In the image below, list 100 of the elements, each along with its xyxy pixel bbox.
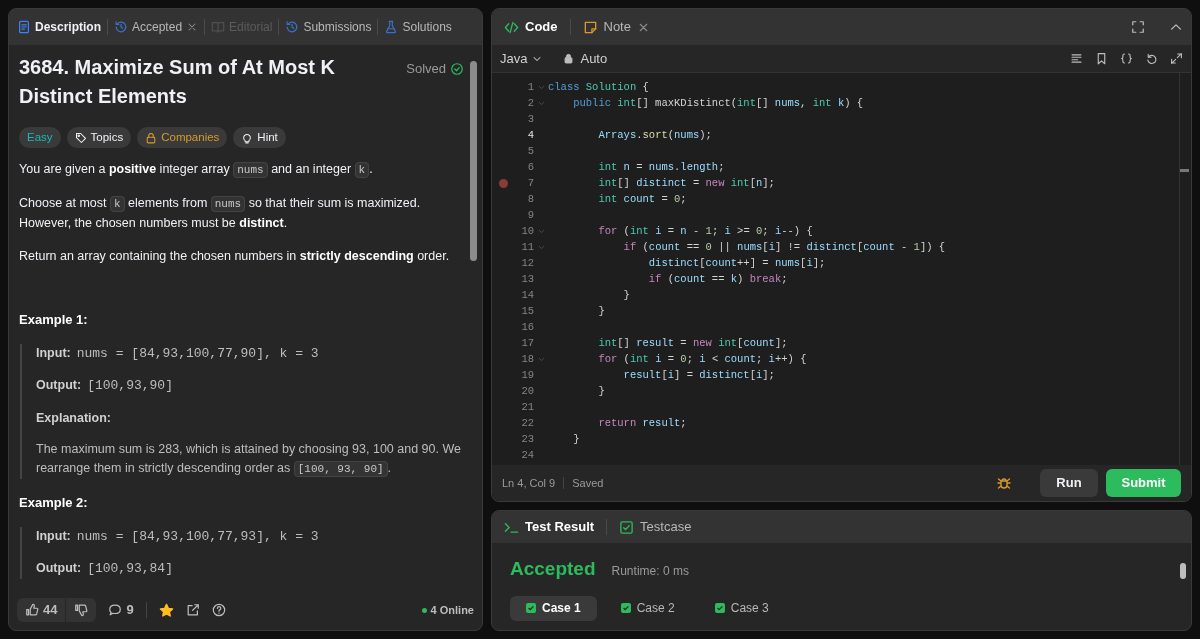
comment-icon [108,603,123,617]
tab[interactable]: Solutions [402,18,452,36]
language-dropdown[interactable]: Java [500,48,544,69]
line-number: 22 [520,416,534,431]
code-line: int[] distinct = new int[n]; [597,176,775,191]
tag-icon [74,131,87,144]
case-tab[interactable]: Case 2 [604,595,691,621]
code-line: for (int i = n - 1; i >= 0; i--) { [597,224,813,239]
line-number: 19 [520,368,534,383]
code-line: Arrays.sort(nums); [597,128,712,143]
code-line: return result; [597,416,687,431]
online-count: 4 Online [430,602,474,618]
line-number: 6 [526,160,534,175]
code-line: } [572,432,580,447]
code-line: class Solution { [548,80,649,95]
bug-icon[interactable] [996,475,1012,491]
example-value: nums = [84,93,100,77,90], k = 3 [76,344,319,363]
solved-label: Solved [406,60,446,78]
mode-selector[interactable]: Auto [563,48,608,69]
example-label: Explanation: [36,409,112,427]
runtime-label: Runtime: 0 ms [611,563,689,580]
line-number: 10 [520,224,534,239]
expand-icon[interactable] [1170,52,1183,65]
flask-icon [384,20,399,34]
thumbs-down-icon [74,603,89,617]
description-paragraph: You are given a positive integer array nums and an integer k . [19,161,374,180]
code-line: int count = 0; [597,192,687,207]
history-icon [114,20,128,34]
line-number: 4 [526,128,534,143]
code-icon [504,19,519,35]
line-number: 12 [520,256,534,271]
example-label: Input: [36,527,71,545]
line-number: 2 [526,96,534,111]
code-line: int[] result = new int[count]; [597,336,788,351]
braces-icon[interactable] [1120,52,1133,65]
check-circle-icon [450,61,464,76]
tab[interactable]: Testcase [640,517,692,537]
comments-button[interactable]: 9 [108,600,134,620]
code-line: public int[] maxKDistinct(int[] nums, int k) { [572,96,864,111]
description-paragraph: Return an array containing the chosen numbers in strictly descending order. [19,248,451,265]
tab[interactable]: Test Result [525,517,595,537]
example-label: Output: [36,377,82,394]
document-icon [17,20,31,34]
thumbs-up-icon [25,603,39,617]
scrollbar[interactable] [1179,73,1189,465]
line-number: 11 [520,240,534,255]
line-number: 16 [520,320,534,335]
code-line: if (count == k) break; [647,272,788,287]
fullscreen-icon[interactable] [1131,20,1145,34]
tab[interactable]: Accepted [132,18,183,36]
line-number: 24 [520,448,534,463]
example-value: nums = [84,93,100,77,93], k = 3 [76,527,319,546]
format-icon[interactable] [1070,52,1083,65]
note-icon [582,19,598,35]
example-label: Output: [36,560,82,578]
line-number: 13 [520,272,534,287]
example-heading: Example 2: [19,494,89,513]
example-label: Input: [36,344,71,362]
history-icon [285,20,300,34]
line-number: 14 [520,288,534,303]
case-tab[interactable]: Case 1 [510,595,597,621]
verdict: Accepted [510,557,596,581]
tab[interactable]: Code [525,17,558,37]
tag-chip[interactable]: Companies [137,127,228,148]
tag-chip[interactable]: Easy [19,127,61,148]
star-icon[interactable] [158,602,174,618]
line-number: 8 [526,192,534,207]
help-icon[interactable] [211,603,226,617]
tab[interactable]: Description [35,18,101,36]
code-line: } [597,304,605,319]
problem-title: 3684. Maximize Sum of At Most K Distinct Elements [19,55,336,109]
line-number: 7 [526,176,534,191]
line-number: 3 [526,112,534,127]
bookmark-icon[interactable] [1095,52,1108,65]
line-number: 15 [520,304,534,319]
line-number: 21 [520,400,534,415]
line-number: 20 [520,384,534,399]
book-icon [211,20,226,34]
code-line: distinct[count++] = nums[i]; [647,256,826,271]
code-line: int n = nums.length; [597,160,725,175]
example-value: [100,93,84] [87,560,173,579]
save-status: Saved [572,475,604,491]
line-number: 1 [526,80,534,95]
tag-chip[interactable]: Topics [66,127,132,148]
lightbulb-icon [241,131,254,144]
code-line: if (count == 0 || nums[i] != distinct[count - 1]) { [622,240,946,255]
tab[interactable]: Submissions [303,18,372,36]
share-icon[interactable] [185,603,200,617]
line-number: 5 [526,144,534,159]
reset-icon[interactable] [1145,52,1158,65]
code-line: } [622,288,630,303]
checkbox-icon [619,519,635,535]
run-button[interactable]: Run [1040,469,1098,497]
explanation-text: The maximum sum is 283, which is attained by choosing 93, 100 and 90. We rearrange them in strictly descending order as [100, 93, 90] . [36,441,462,480]
cursor-position: Ln 4, Col 9 [502,475,556,491]
lock-icon [145,131,158,144]
tab[interactable]: Note [603,17,631,37]
code-line: for (int i = 0; i < count; i++) { [597,352,807,367]
case-tab[interactable]: Case 3 [698,595,785,621]
tag-chip[interactable]: Hint [233,127,286,148]
